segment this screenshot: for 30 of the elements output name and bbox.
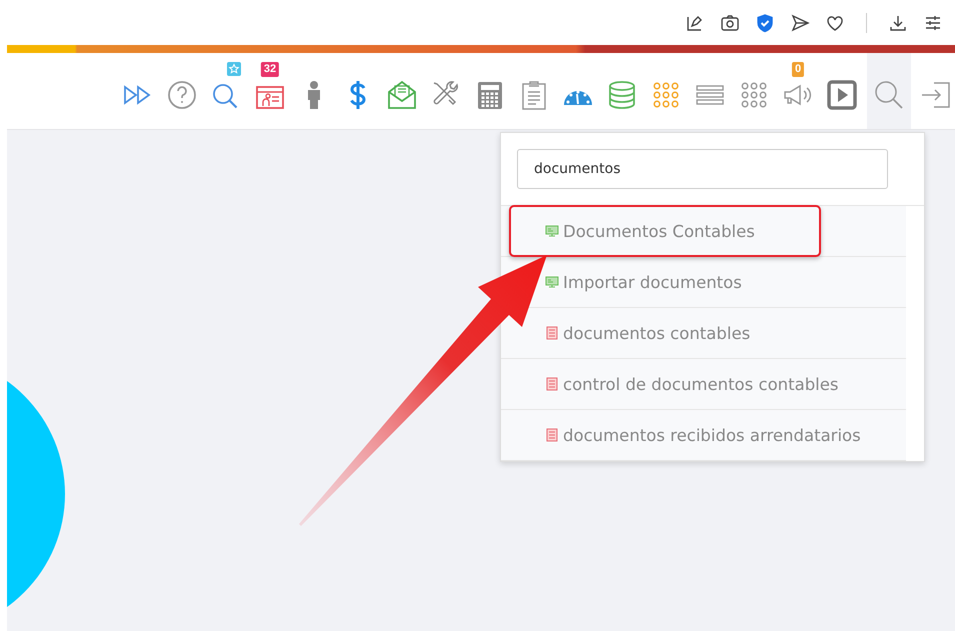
database-icon — [606, 79, 638, 111]
help-icon — [166, 79, 198, 111]
document-icon — [545, 326, 559, 340]
search-result[interactable]: control de documentos contables — [501, 359, 906, 410]
result-label: control de documentos contables — [563, 374, 839, 394]
search-field[interactable]: documentos — [517, 149, 888, 189]
result-label: Documentos Contables — [563, 222, 755, 240]
envelope-icon — [386, 79, 418, 111]
document-icon — [545, 428, 559, 442]
search-result[interactable]: Documentos Contables — [501, 206, 906, 257]
toolbar-button[interactable]: 32 — [251, 53, 289, 129]
camera-icon[interactable] — [720, 12, 740, 32]
search-icon — [873, 79, 905, 111]
search-result[interactable]: documentos contables — [501, 308, 906, 359]
document-icon — [545, 377, 559, 391]
shield-check-icon[interactable] — [755, 12, 775, 32]
result-label: documentos recibidos arrendatarios — [563, 426, 861, 444]
monitor-icon — [545, 275, 559, 289]
count-badge: 32 — [260, 62, 280, 77]
result-label: Importar documentos — [563, 272, 742, 292]
send-icon[interactable] — [790, 12, 810, 32]
play-icon — [826, 79, 858, 111]
result-label: documentos contables — [563, 324, 750, 342]
search-button[interactable] — [867, 53, 911, 129]
toolbar-button[interactable]: 0 — [779, 53, 817, 129]
search-result[interactable]: documentos recibidos arrendatarios — [501, 410, 906, 461]
count-badge: 0 — [792, 62, 804, 77]
star-badge-icon — [227, 62, 241, 76]
gauge-icon — [562, 90, 594, 106]
monitor-icon — [545, 224, 559, 238]
